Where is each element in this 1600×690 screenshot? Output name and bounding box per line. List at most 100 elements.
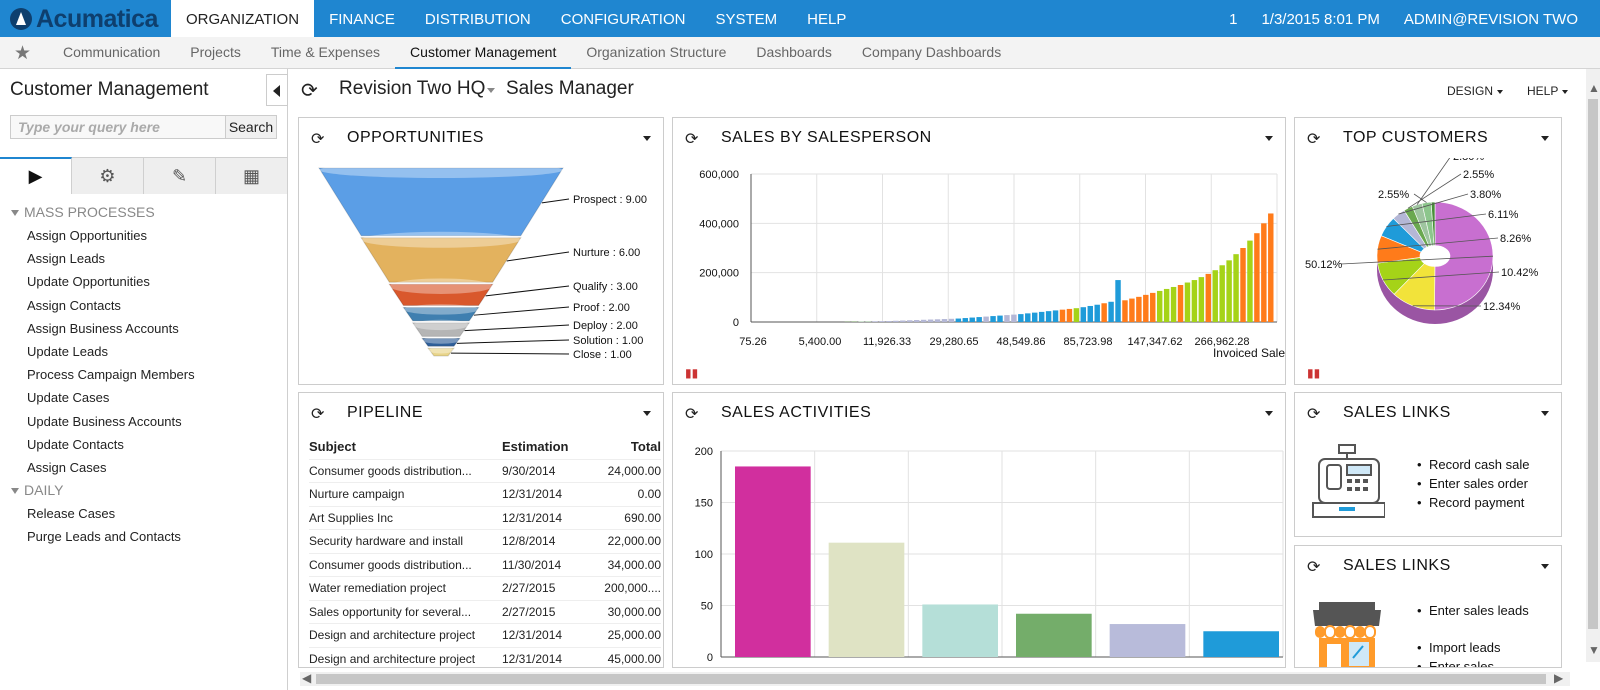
help-button[interactable]: HELP	[1527, 84, 1569, 98]
refresh-icon[interactable]: ⟳	[301, 78, 318, 103]
widget-menu-caret-icon[interactable]	[1265, 411, 1273, 416]
topnav-organization[interactable]: ORGANIZATION	[171, 0, 315, 37]
sidebar-group-daily[interactable]: DAILY	[0, 479, 288, 502]
widget-menu-caret-icon[interactable]	[1541, 411, 1549, 416]
favorites-star-icon[interactable]: ★	[14, 42, 31, 65]
branch-caret-icon[interactable]	[487, 88, 495, 93]
chart-type-icon[interactable]: ▮▮	[1307, 366, 1320, 380]
chart-type-icon[interactable]: ▮▮	[685, 366, 698, 380]
sidebar-item-assign-opportunities[interactable]: Assign Opportunities	[0, 224, 288, 247]
sidebar-item-purge-leads-contacts[interactable]: Purge Leads and Contacts	[0, 525, 288, 548]
sidebar-item-assign-contacts[interactable]: Assign Contacts	[0, 294, 288, 317]
caret-down-icon	[1562, 89, 1569, 94]
sidebar-item-assign-leads[interactable]: Assign Leads	[0, 247, 288, 270]
acumatica-logo[interactable]: Acumatica	[10, 5, 158, 33]
branch-selector[interactable]: Revision Two HQ	[339, 78, 485, 100]
sidebar-item-process-campaign-members[interactable]: Process Campaign Members	[0, 363, 288, 386]
topnav-system[interactable]: SYSTEM	[700, 0, 792, 37]
widget-refresh-icon[interactable]: ⟳	[1307, 404, 1320, 424]
sidebar-item-assign-business-accounts[interactable]: Assign Business Accounts	[0, 317, 288, 340]
vertical-scrollbar[interactable]: ▲ ▼	[1586, 69, 1600, 662]
horizontal-scrollbar[interactable]: ◀ ▶	[300, 671, 1570, 686]
widget-refresh-icon[interactable]: ⟳	[311, 404, 324, 424]
topnav-distribution[interactable]: DISTRIBUTION	[410, 0, 546, 37]
table-row[interactable]: Consumer goods distribution... 9/30/2014 2…	[309, 458, 661, 483]
user-menu[interactable]: ADMIN@REVISION TWO	[1404, 0, 1578, 37]
link-record-payment[interactable]: Record payment	[1417, 493, 1529, 512]
link-import-leads[interactable]: Import leads	[1417, 638, 1549, 657]
column-header-estimation[interactable]: Estimation	[502, 435, 584, 459]
sidebar-item-update-cases[interactable]: Update Cases	[0, 386, 288, 409]
sidebar-group-mass-processes[interactable]: MASS PROCESSES	[0, 201, 288, 224]
sidebar-tab-reports[interactable]: ▦	[216, 157, 288, 194]
widget-title: TOP CUSTOMERS	[1343, 129, 1489, 146]
widget-refresh-icon[interactable]: ⟳	[311, 129, 324, 149]
tab-organization-structure[interactable]: Organization Structure	[571, 37, 741, 69]
sidebar-tab-edit[interactable]: ✎	[144, 157, 216, 194]
sidebar-item-update-business-accounts[interactable]: Update Business Accounts	[0, 410, 288, 433]
cell-subject: Consumer goods distribution...	[309, 552, 502, 577]
link-enter-sales-leads[interactable]: Enter sales leads	[1417, 602, 1549, 638]
topnav-help[interactable]: HELP	[792, 0, 861, 37]
link-enter-sales[interactable]: Enter sales	[1417, 657, 1549, 667]
table-row[interactable]: Design and architecture project 12/31/201…	[309, 623, 661, 647]
link-enter-sales-order[interactable]: Enter sales order	[1417, 474, 1529, 493]
tab-time-expenses[interactable]: Time & Expenses	[256, 37, 395, 69]
table-row[interactable]: Design and architecture project 12/31/201…	[309, 646, 661, 667]
sidebar-item-update-contacts[interactable]: Update Contacts	[0, 433, 288, 456]
scroll-right-icon[interactable]: ▶	[1554, 671, 1563, 685]
caret-down-icon	[11, 210, 19, 217]
cell-total: 0.00	[584, 482, 661, 506]
widget-menu-caret-icon[interactable]	[1265, 136, 1273, 141]
sidebar-item-release-cases[interactable]: Release Cases	[0, 502, 288, 525]
scroll-thumb[interactable]	[316, 674, 1546, 684]
link-record-cash-sale[interactable]: Record cash sale	[1417, 455, 1530, 474]
x-tick-label: 11,926.33	[863, 336, 911, 348]
y-tick-label: 150	[695, 498, 713, 510]
sidebar-item-assign-cases[interactable]: Assign Cases	[0, 456, 288, 479]
table-row[interactable]: Security hardware and install 12/8/2014 22…	[309, 529, 661, 553]
tab-dashboards[interactable]: Dashboards	[741, 37, 847, 69]
scroll-up-icon[interactable]: ▲	[1588, 81, 1600, 95]
tab-company-dashboards[interactable]: Company Dashboards	[847, 37, 1016, 69]
widget-menu-caret-icon[interactable]	[1541, 564, 1549, 569]
widget-menu-caret-icon[interactable]	[643, 411, 651, 416]
scroll-left-icon[interactable]: ◀	[302, 671, 311, 685]
sidebar-item-update-opportunities[interactable]: Update Opportunities	[0, 270, 288, 293]
cash-register-icon	[1312, 444, 1385, 518]
collapse-sidebar-button[interactable]	[266, 74, 288, 106]
scroll-down-icon[interactable]: ▼	[1588, 643, 1600, 657]
tab-communication[interactable]: Communication	[48, 37, 175, 69]
bar	[1115, 280, 1121, 322]
table-row[interactable]: Sales opportunity for several... 2/27/201…	[309, 599, 661, 624]
column-header-total[interactable]: Total	[584, 435, 661, 459]
sidebar-search-button[interactable]: Search	[225, 115, 277, 139]
table-row[interactable]: Consumer goods distribution... 11/30/2014…	[309, 552, 661, 577]
topnav-finance[interactable]: FINANCE	[314, 0, 410, 37]
table-row[interactable]: Nurture campaign 12/31/2014 0.00	[309, 482, 661, 506]
business-date[interactable]: 1/3/2015 8:01 PM	[1261, 0, 1379, 37]
bar	[1025, 313, 1031, 322]
tab-projects[interactable]: Projects	[175, 37, 256, 69]
widget-refresh-icon[interactable]: ⟳	[1307, 129, 1320, 149]
column-header-subject[interactable]: Subject	[309, 435, 502, 459]
widget-refresh-icon[interactable]: ⟳	[685, 404, 698, 424]
widget-menu-caret-icon[interactable]	[1541, 136, 1549, 141]
table-row[interactable]: Water remediation project 2/27/2015 200,00…	[309, 576, 661, 600]
widget-refresh-icon[interactable]: ⟳	[685, 129, 698, 149]
sidebar-search-input[interactable]	[10, 115, 226, 139]
sidebar-item-update-leads[interactable]: Update Leads	[0, 340, 288, 363]
notification-count[interactable]: 1	[1229, 0, 1237, 37]
tab-customer-management[interactable]: Customer Management	[395, 37, 572, 69]
scroll-thumb[interactable]	[1588, 99, 1598, 629]
sidebar-tab-processes[interactable]: ▶	[0, 157, 72, 194]
sidebar-tab-settings[interactable]: ⚙	[72, 157, 144, 194]
cell-subject: Design and architecture project	[309, 646, 502, 667]
topnav-configuration[interactable]: CONFIGURATION	[546, 0, 701, 37]
widget-refresh-icon[interactable]: ⟳	[1307, 557, 1320, 577]
bar	[1163, 288, 1170, 322]
table-row[interactable]: Art Supplies Inc 12/31/2014 690.00	[309, 505, 661, 530]
widget-menu-caret-icon[interactable]	[643, 136, 651, 141]
design-button[interactable]: DESIGN	[1447, 84, 1504, 98]
cell-subject: Security hardware and install	[309, 529, 502, 553]
